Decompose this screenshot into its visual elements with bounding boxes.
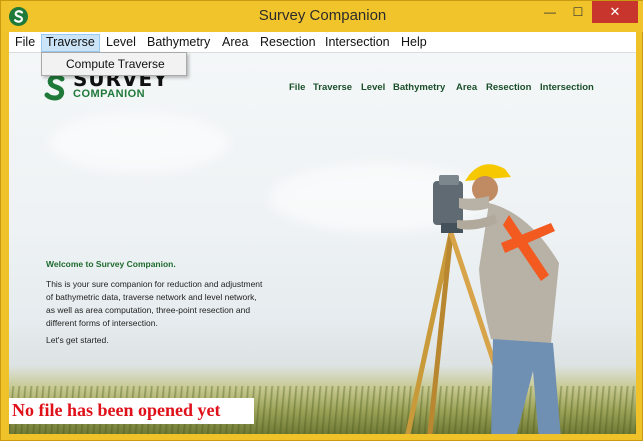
- menu-intersection[interactable]: Intersection: [321, 34, 394, 52]
- title-bar[interactable]: Survey Companion — ☐ ✕: [1, 1, 643, 32]
- menu-traverse[interactable]: Traverse: [41, 34, 100, 52]
- status-message: No file has been opened yet: [12, 400, 221, 420]
- menu-file[interactable]: File: [11, 34, 39, 52]
- menu-help[interactable]: Help: [397, 34, 431, 52]
- banner-nav-area[interactable]: Area: [456, 82, 477, 93]
- menu-level[interactable]: Level: [102, 34, 140, 52]
- menu-resection[interactable]: Resection: [256, 34, 320, 52]
- surveyor-illustration: [405, 164, 561, 434]
- menu-bathymetry[interactable]: Bathymetry: [143, 34, 214, 52]
- welcome-closing: Let's get started.: [46, 335, 109, 345]
- main-content: SURVEY COMPANION File Traverse Level Bat…: [9, 53, 636, 434]
- banner-nav-level[interactable]: Level: [361, 82, 385, 93]
- menu-area[interactable]: Area: [218, 34, 252, 52]
- welcome-line: This is your sure companion for reductio…: [46, 279, 263, 289]
- menu-bar: File Traverse Level Bathymetry Area Rese…: [9, 32, 636, 53]
- banner-nav-intersection[interactable]: Intersection: [540, 82, 594, 93]
- banner-nav-traverse[interactable]: Traverse: [313, 82, 352, 93]
- traverse-dropdown: Compute Traverse: [41, 52, 187, 76]
- logo-companion-text: COMPANION: [73, 88, 146, 100]
- status-bar: No file has been opened yet: [9, 398, 254, 424]
- maximize-button[interactable]: ☐: [565, 1, 591, 23]
- banner-nav-bathymetry[interactable]: Bathymetry: [393, 82, 445, 93]
- app-window: Survey Companion — ☐ ✕ File Traverse Lev…: [0, 0, 643, 441]
- sky-cloud: [49, 113, 229, 173]
- close-button[interactable]: ✕: [592, 1, 638, 23]
- welcome-line: different forms of intersection.: [46, 318, 158, 328]
- welcome-body: This is your sure companion for reductio…: [46, 278, 316, 330]
- welcome-line: of bathymetric data, traverse network an…: [46, 292, 257, 302]
- welcome-line: as well as area computation, three-point…: [46, 305, 251, 315]
- menu-compute-traverse[interactable]: Compute Traverse: [66, 57, 165, 71]
- minimize-button[interactable]: —: [537, 1, 563, 23]
- banner-nav-file[interactable]: File: [289, 82, 305, 93]
- banner-nav-resection[interactable]: Resection: [486, 82, 531, 93]
- welcome-heading: Welcome to Survey Companion.: [46, 259, 176, 269]
- survey-companion-logo-icon: [44, 74, 65, 101]
